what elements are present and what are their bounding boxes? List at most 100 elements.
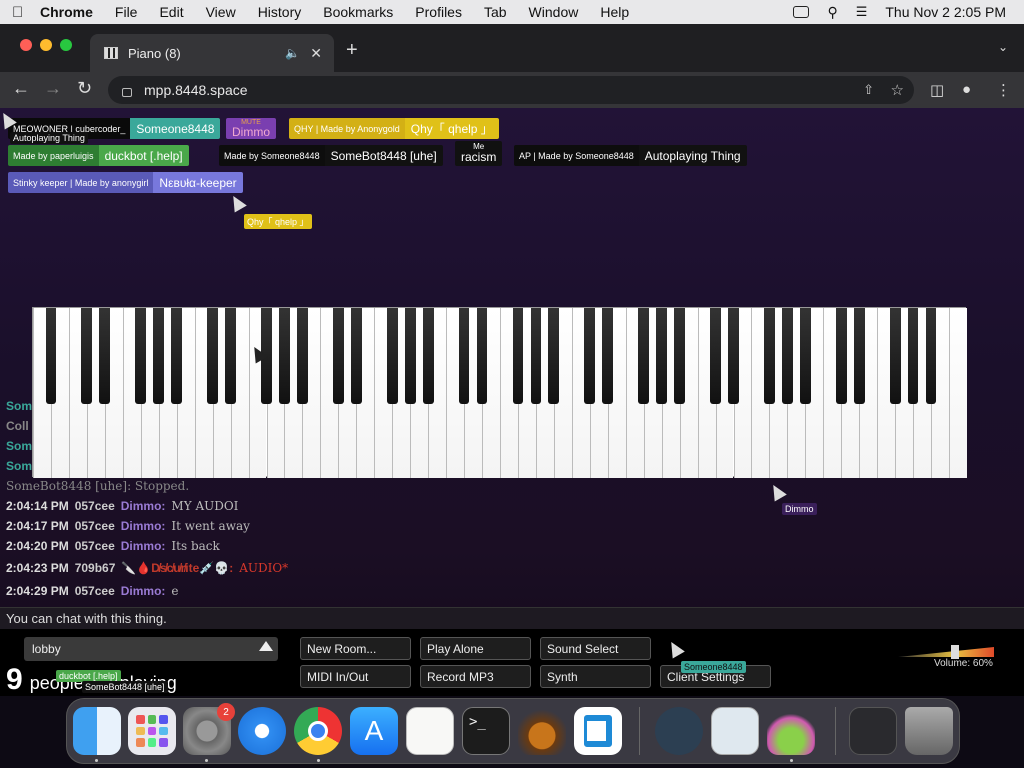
volume-knob[interactable] xyxy=(951,645,959,659)
black-key[interactable] xyxy=(548,308,560,404)
sound-select-button[interactable]: Sound Select xyxy=(540,637,651,660)
menu-profiles[interactable]: Profiles xyxy=(415,4,462,20)
black-key[interactable] xyxy=(350,308,362,404)
black-key[interactable] xyxy=(907,308,919,404)
flask-icon[interactable] xyxy=(767,707,815,755)
black-key[interactable] xyxy=(297,308,308,404)
window-minimize-button[interactable] xyxy=(40,39,52,51)
black-key[interactable] xyxy=(602,308,614,404)
chrome-icon[interactable] xyxy=(294,707,342,755)
side-panel-icon[interactable]: ◫ xyxy=(930,81,944,99)
profile-avatar-icon[interactable]: ● xyxy=(962,81,971,98)
nox-icon[interactable] xyxy=(655,707,703,755)
black-key[interactable] xyxy=(422,308,434,404)
bookmark-star-icon[interactable]: ☆ xyxy=(891,81,904,99)
new-tab-icon[interactable]: + xyxy=(346,39,358,62)
address-bar[interactable]: mpp.8448.space ⇧ ☆ xyxy=(108,76,914,104)
black-key[interactable] xyxy=(781,308,793,404)
garageband-icon[interactable] xyxy=(518,707,566,755)
black-key[interactable] xyxy=(332,308,344,404)
spotlight-search-icon[interactable]: ⚲ xyxy=(827,4,837,21)
control-center-icon[interactable]: ☰ xyxy=(856,4,868,20)
menu-view[interactable]: View xyxy=(206,4,236,20)
black-key[interactable] xyxy=(530,308,542,404)
black-key[interactable] xyxy=(835,308,847,404)
chat-input[interactable]: You can chat with this thing. xyxy=(0,607,1024,629)
black-key[interactable] xyxy=(458,308,470,404)
back-arrow-icon[interactable]: ← xyxy=(12,78,30,99)
black-key[interactable] xyxy=(404,308,416,404)
play-alone-button[interactable]: Play Alone xyxy=(420,637,531,660)
menu-file[interactable]: File xyxy=(115,4,138,20)
black-key[interactable] xyxy=(512,308,524,404)
reload-icon[interactable]: ↻ xyxy=(77,78,92,99)
black-key[interactable] xyxy=(638,308,650,404)
record-mp3-button[interactable]: Record MP3 xyxy=(420,665,531,688)
black-key[interactable] xyxy=(799,308,811,404)
downloads-stack-icon[interactable] xyxy=(849,707,897,755)
black-key[interactable] xyxy=(225,308,236,404)
forward-arrow-icon[interactable]: → xyxy=(44,78,62,99)
window-zoom-button[interactable] xyxy=(60,39,72,51)
launchpad-icon[interactable] xyxy=(128,707,176,755)
vscode-icon[interactable] xyxy=(574,707,622,755)
black-key[interactable] xyxy=(279,308,290,404)
tab-search-chevron-icon[interactable]: ⌄ xyxy=(998,40,1008,54)
room-select[interactable]: lobby xyxy=(24,637,278,661)
midi-button[interactable]: MIDI In/Out xyxy=(300,665,411,688)
participant-nebula-keeper[interactable]: Stinky keeper | Made by anonygirl Νεвυłα… xyxy=(8,172,243,193)
menubar-clock[interactable]: Thu Nov 2 2:05 PM xyxy=(885,4,1006,20)
black-key[interactable] xyxy=(853,308,865,404)
black-key[interactable] xyxy=(386,308,398,404)
apple-menu-icon[interactable]:  xyxy=(12,4,40,21)
more-menu-icon[interactable]: ⋮ xyxy=(996,81,1011,99)
menu-bookmarks[interactable]: Bookmarks xyxy=(323,4,393,20)
piano-keyboard[interactable] xyxy=(32,307,967,478)
black-key[interactable] xyxy=(656,308,668,404)
black-key[interactable] xyxy=(45,308,57,404)
tab-piano[interactable]: Piano (8) 🔈 ✕ xyxy=(90,34,334,72)
black-key[interactable] xyxy=(889,308,901,404)
system-settings-icon[interactable]: 2 xyxy=(183,703,235,755)
menu-history[interactable]: History xyxy=(258,4,302,20)
lock-icon[interactable] xyxy=(122,87,132,97)
black-key[interactable] xyxy=(764,308,775,404)
volume-slider[interactable]: Volume: 60% xyxy=(898,645,994,669)
black-key[interactable] xyxy=(584,308,596,404)
white-key[interactable] xyxy=(949,308,967,478)
safari-icon[interactable] xyxy=(238,707,286,755)
menu-help[interactable]: Help xyxy=(600,4,629,20)
screen-mirroring-icon[interactable] xyxy=(793,6,810,18)
participant-racism[interactable]: Me racism xyxy=(455,141,503,166)
participant-somebot8448[interactable]: Made by Someone8448 SomeBot8448 [uhe] xyxy=(219,145,443,166)
app-store-icon[interactable]: A xyxy=(350,707,398,755)
black-key[interactable] xyxy=(728,308,739,404)
black-key[interactable] xyxy=(81,308,93,404)
black-key[interactable] xyxy=(925,308,937,404)
black-key[interactable] xyxy=(674,308,685,404)
new-room-button[interactable]: New Room... xyxy=(300,637,411,660)
black-key[interactable] xyxy=(207,308,218,404)
participant-dimmo[interactable]: MUTE Dimmo xyxy=(226,118,276,139)
black-key[interactable] xyxy=(171,308,183,404)
menu-chrome[interactable]: Chrome xyxy=(40,4,93,20)
textedit-icon[interactable] xyxy=(406,707,454,755)
black-key[interactable] xyxy=(99,308,111,404)
menu-window[interactable]: Window xyxy=(529,4,579,20)
room-dropdown-arrow-icon[interactable] xyxy=(259,641,273,651)
menu-tab[interactable]: Tab xyxy=(484,4,507,20)
tab-close-icon[interactable]: ✕ xyxy=(310,45,322,62)
participant-qhy[interactable]: QHY | Made by Anonygold Qhy「 qhelp 」 xyxy=(289,118,499,139)
menu-edit[interactable]: Edit xyxy=(159,4,183,20)
black-key[interactable] xyxy=(135,308,147,404)
preview-icon[interactable] xyxy=(711,707,759,755)
speaker-icon[interactable]: 🔈 xyxy=(285,46,300,60)
synth-button[interactable]: Synth xyxy=(540,665,651,688)
terminal-icon[interactable]: >_ xyxy=(462,707,510,755)
black-key[interactable] xyxy=(476,308,488,404)
black-key[interactable] xyxy=(153,308,165,404)
share-icon[interactable]: ⇧ xyxy=(863,82,874,98)
trash-icon[interactable] xyxy=(905,707,953,755)
participant-duckbot[interactable]: Made by paperluigis duckbot [.help] xyxy=(8,145,189,166)
window-close-button[interactable] xyxy=(20,39,32,51)
